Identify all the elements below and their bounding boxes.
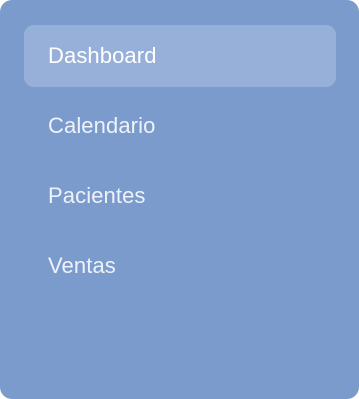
sidebar-item-ventas[interactable]: Ventas bbox=[24, 235, 336, 297]
sidebar-item-dashboard[interactable]: Dashboard bbox=[24, 25, 336, 87]
sidebar-item-label: Pacientes bbox=[48, 183, 146, 208]
sidebar-item-pacientes[interactable]: Pacientes bbox=[24, 165, 336, 227]
sidebar-item-label: Ventas bbox=[48, 253, 116, 278]
sidebar-item-label: Dashboard bbox=[48, 43, 157, 68]
sidebar: Dashboard Calendario Pacientes Ventas bbox=[0, 0, 359, 399]
sidebar-item-label: Calendario bbox=[48, 113, 156, 138]
sidebar-nav-list: Dashboard Calendario Pacientes Ventas bbox=[0, 25, 359, 297]
sidebar-item-calendario[interactable]: Calendario bbox=[24, 95, 336, 157]
